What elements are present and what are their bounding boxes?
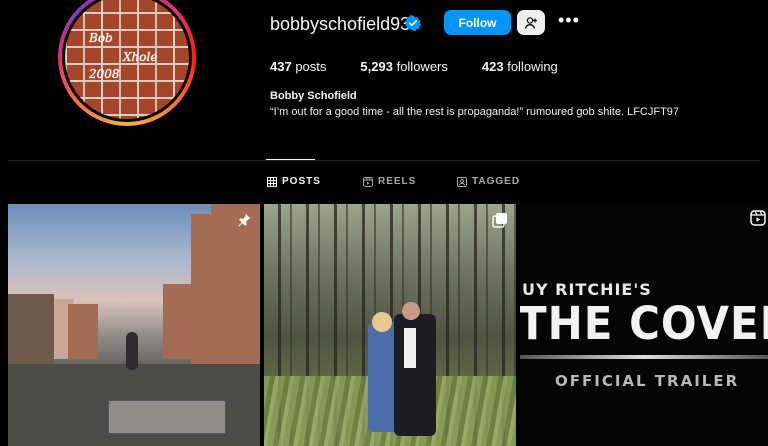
following-count-value: 423 — [481, 59, 504, 74]
post-decoration — [520, 355, 768, 359]
avatar-ring[interactable]: Bob Xhole 2008 — [58, 0, 196, 126]
avatar-text-line: 2008 — [89, 67, 120, 81]
profile-full-name: Bobby Schofield — [270, 90, 357, 102]
post-scene-element — [68, 304, 98, 359]
post-scene-element — [191, 214, 213, 364]
post-scene-element — [211, 204, 260, 364]
post-scene-element — [163, 284, 193, 359]
followers-count-label: followers — [396, 59, 448, 74]
reels-icon — [363, 176, 373, 187]
pin-icon — [238, 213, 251, 227]
avatar-text-line: Xhole — [123, 50, 158, 64]
carousel-icon — [492, 213, 507, 228]
avatar-text-line: Bob — [89, 31, 113, 45]
post-scene-element — [8, 294, 54, 364]
post-scene-element — [402, 302, 420, 320]
followers-count[interactable]: 5,293 followers — [360, 59, 447, 74]
following-count[interactable]: 423 following — [482, 59, 558, 74]
grid-icon — [267, 176, 277, 187]
tabs-divider — [8, 160, 760, 161]
post-thumbnail[interactable] — [8, 204, 260, 446]
profile-bio: “I’m out for a good time - all the rest … — [270, 106, 680, 118]
verified-badge-icon — [405, 15, 421, 31]
more-options-icon[interactable]: ••• — [558, 11, 579, 32]
tab-posts-label: POSTS — [282, 176, 321, 187]
post-scene-element — [372, 312, 392, 332]
username: bobbyschofield93 — [270, 14, 411, 34]
tagged-icon — [457, 176, 467, 187]
tab-posts[interactable]: POSTS — [267, 176, 321, 187]
followers-count-value: 5,293 — [360, 59, 393, 74]
suggested-accounts-button[interactable] — [517, 10, 545, 35]
reels-icon — [750, 210, 766, 226]
post-thumbnail[interactable] — [264, 204, 516, 446]
post-subtitle-text: OFFICIAL TRAILER — [555, 372, 740, 390]
add-person-icon — [524, 16, 537, 29]
post-scene-element — [404, 328, 416, 368]
follow-button[interactable]: Follow — [444, 10, 511, 35]
posts-count-value: 437 — [270, 59, 292, 74]
tab-tagged-label: TAGGED — [472, 176, 521, 187]
tab-reels-label: REELS — [378, 176, 417, 187]
post-thumbnail[interactable]: UY RITCHIE'S THE COVENAN OFFICIAL TRAILE… — [520, 204, 768, 446]
posts-count[interactable]: 437 posts — [270, 59, 326, 74]
active-tab-indicator — [266, 159, 315, 160]
avatar[interactable]: Bob Xhole 2008 — [62, 0, 192, 122]
post-scene-element — [126, 332, 138, 370]
tab-reels[interactable]: REELS — [363, 176, 416, 187]
tab-tagged[interactable]: TAGGED — [457, 176, 520, 187]
following-count-label: following — [507, 59, 558, 74]
post-scene-element — [108, 400, 226, 434]
post-main-text: THE COVENAN — [520, 297, 768, 350]
posts-count-label: posts — [295, 59, 327, 74]
profile-stats: 437 posts 5,293 followers 423 following — [270, 59, 592, 74]
